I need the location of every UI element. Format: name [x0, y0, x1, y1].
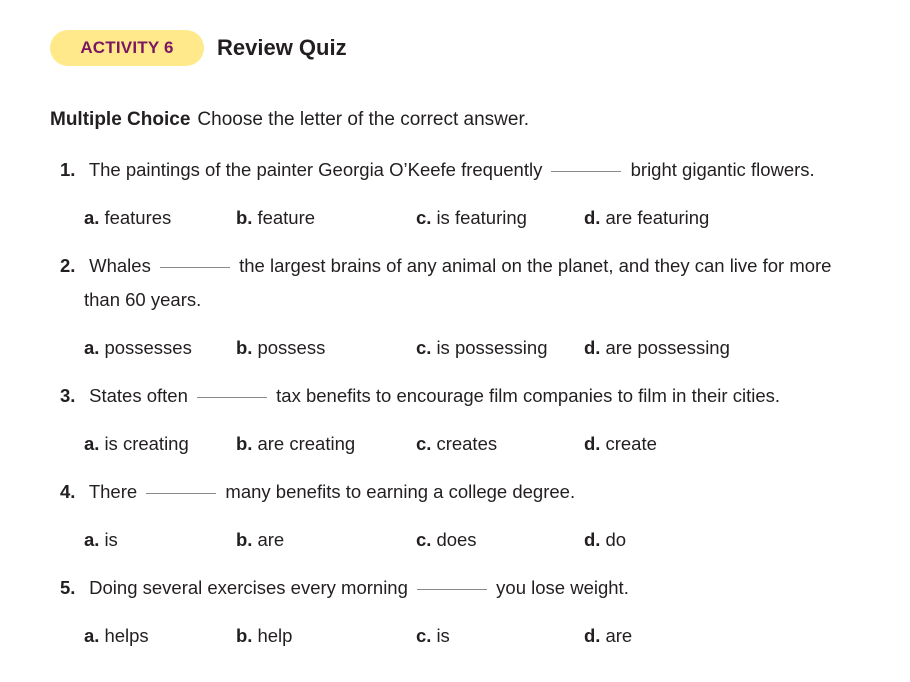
choice-text: do	[605, 529, 627, 550]
question-number: 4.	[60, 481, 76, 502]
choice-text: are featuring	[605, 207, 710, 228]
choice-letter: a.	[84, 207, 100, 228]
choice-letter: c.	[416, 625, 432, 646]
choice-letter: c.	[416, 337, 432, 358]
question-number: 5.	[60, 577, 76, 598]
choice-letter: d.	[584, 625, 601, 646]
choice-d[interactable]: d. do	[584, 528, 626, 552]
choice-text: is	[104, 529, 118, 550]
question-number: 1.	[60, 159, 76, 180]
answer-blank[interactable]	[417, 588, 488, 590]
directions-text: Choose the letter of the correct answer.	[197, 109, 530, 130]
choice-letter: b.	[236, 433, 253, 454]
question-text-after: bright gigantic flowers.	[630, 159, 815, 180]
choice-text: possess	[257, 337, 326, 358]
choice-b[interactable]: b. feature	[236, 206, 315, 230]
question-number: 3.	[60, 385, 76, 406]
choice-text: are	[605, 625, 633, 646]
choice-c[interactable]: c. is featuring	[416, 206, 527, 230]
choice-a[interactable]: a. is creating	[84, 432, 189, 456]
directions-heading: Multiple Choice	[50, 109, 191, 130]
question-text-after: tax benefits to encourage film companies…	[276, 385, 781, 406]
choice-letter: d.	[584, 207, 601, 228]
question-text-after: many benefits to earning a college degre…	[225, 481, 576, 502]
question-4: 4. There many benefits to earning a coll…	[60, 475, 575, 509]
answer-blank[interactable]	[551, 170, 622, 172]
answer-blank[interactable]	[159, 266, 230, 268]
choice-text: is featuring	[436, 207, 527, 228]
choice-letter: c.	[416, 529, 432, 550]
choice-letter: a.	[84, 433, 100, 454]
choice-c[interactable]: c. is possessing	[416, 336, 548, 360]
choice-text: is	[436, 625, 450, 646]
question-text-after: you lose weight.	[496, 577, 629, 598]
choice-text: does	[436, 529, 477, 550]
question-text-before: Whales	[89, 255, 151, 276]
question-text-before: There	[88, 481, 138, 502]
choice-text: possesses	[104, 337, 192, 358]
choice-b[interactable]: b. are	[236, 528, 284, 552]
choice-b[interactable]: b. help	[236, 624, 292, 648]
activity-title: Review Quiz	[217, 35, 347, 60]
choice-letter: d.	[584, 529, 601, 550]
question-text-before: The paintings of the painter Georgia O’K…	[88, 159, 543, 180]
choice-letter: c.	[416, 207, 432, 228]
question-text-before: Doing several exercises every morning	[89, 577, 408, 598]
question-1: 1. The paintings of the painter Georgia …	[60, 153, 815, 187]
question-text-after: the largest brains of any animal on the …	[239, 255, 832, 276]
choice-letter: b.	[236, 207, 253, 228]
choice-letter: b.	[236, 337, 253, 358]
choice-d[interactable]: d. are	[584, 624, 632, 648]
choice-b[interactable]: b. possess	[236, 336, 325, 360]
question-2-continuation: than 60 years.	[84, 289, 202, 310]
choice-text: creates	[436, 433, 498, 454]
activity-header: ACTIVITY 6 Review Quiz	[50, 30, 347, 66]
choice-letter: c.	[416, 433, 432, 454]
choice-d[interactable]: d. are possessing	[584, 336, 730, 360]
choice-text: are	[257, 529, 285, 550]
choice-letter: b.	[236, 529, 253, 550]
choice-b[interactable]: b. are creating	[236, 432, 355, 456]
choice-text: feature	[257, 207, 316, 228]
choice-d[interactable]: d. create	[584, 432, 657, 456]
answer-blank[interactable]	[197, 396, 268, 398]
choice-a[interactable]: a. features	[84, 206, 171, 230]
choice-c[interactable]: c. does	[416, 528, 477, 552]
directions: Multiple Choice Choose the letter of the …	[50, 108, 529, 132]
choice-a[interactable]: a. helps	[84, 624, 149, 648]
choice-d[interactable]: d. are featuring	[584, 206, 709, 230]
activity-badge: ACTIVITY 6	[50, 30, 204, 66]
choice-letter: b.	[236, 625, 253, 646]
choice-text: features	[104, 207, 172, 228]
choice-text: create	[605, 433, 657, 454]
question-text-before: States often	[89, 385, 188, 406]
choice-letter: a.	[84, 625, 100, 646]
question-5: 5. Doing several exercises every morning…	[60, 571, 629, 605]
choice-letter: a.	[84, 529, 100, 550]
choice-c[interactable]: c. is	[416, 624, 450, 648]
answer-blank[interactable]	[146, 492, 217, 494]
choice-text: is creating	[104, 433, 189, 454]
choice-text: help	[257, 625, 293, 646]
choice-text: helps	[104, 625, 149, 646]
choice-letter: a.	[84, 337, 100, 358]
choice-letter: d.	[584, 337, 601, 358]
question-2: 2. Whales the largest brains of any anim…	[60, 249, 831, 283]
choice-a[interactable]: a. possesses	[84, 336, 192, 360]
choice-c[interactable]: c. creates	[416, 432, 497, 456]
question-3: 3. States often tax benefits to encourag…	[60, 379, 780, 413]
choice-text: is possessing	[436, 337, 548, 358]
choice-text: are possessing	[605, 337, 730, 358]
choice-letter: d.	[584, 433, 601, 454]
choice-a[interactable]: a. is	[84, 528, 118, 552]
question-number: 2.	[60, 255, 76, 276]
choice-text: are creating	[257, 433, 356, 454]
